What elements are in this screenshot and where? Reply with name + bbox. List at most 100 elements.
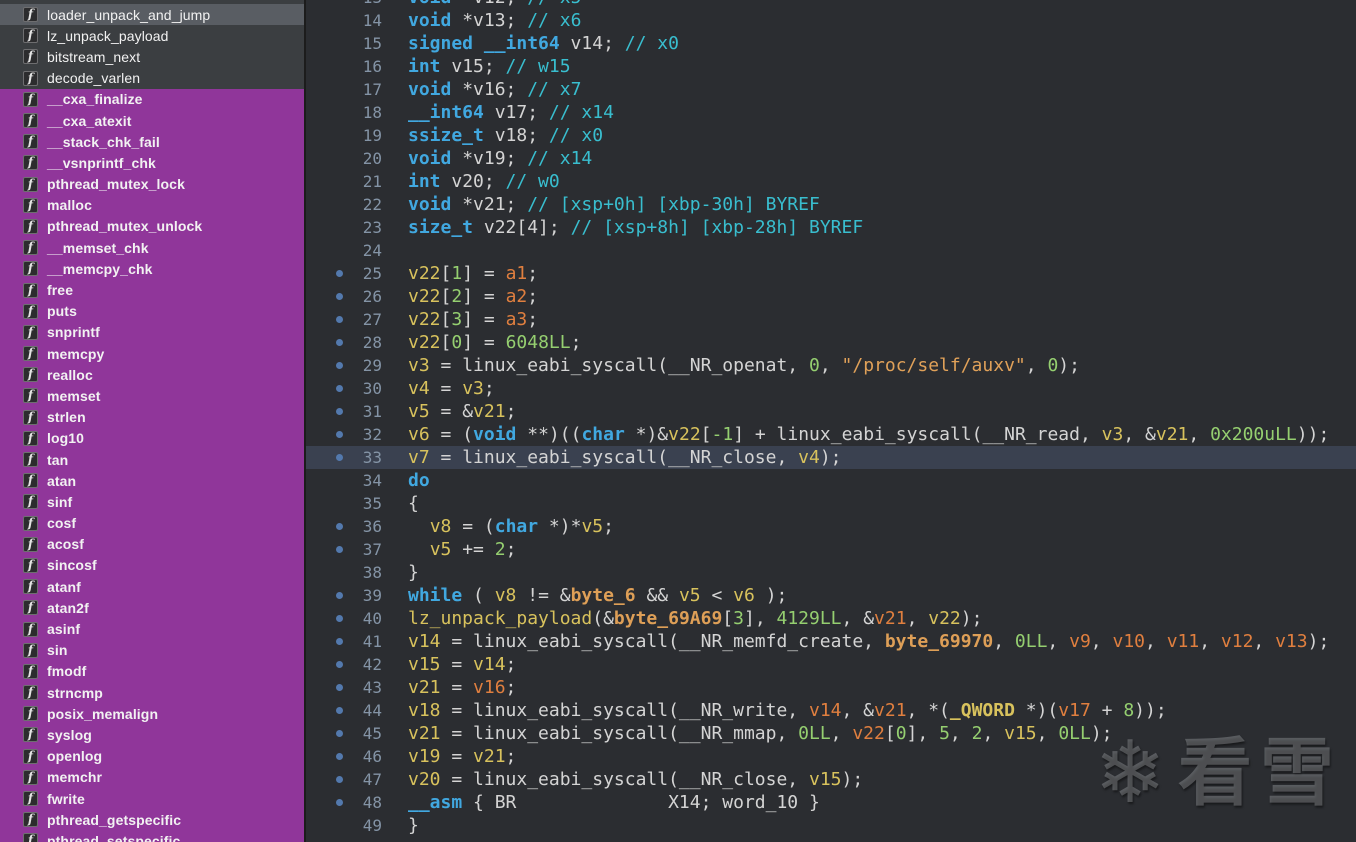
function-list-item[interactable]: f bitstream_next [0, 46, 304, 68]
function-list-item[interactable]: f strncmp [0, 682, 304, 704]
function-list-item[interactable]: f snprintf [0, 321, 304, 343]
code-line[interactable]: 42 v15 = v14; [306, 653, 1356, 676]
function-list-item[interactable]: f cosf [0, 512, 304, 534]
code-line[interactable]: 35 { [306, 492, 1356, 515]
function-list-item[interactable]: f asinf [0, 618, 304, 640]
function-list-item[interactable]: f __memset_chk [0, 237, 304, 259]
code-line[interactable]: 24 [306, 239, 1356, 262]
code-line[interactable]: 14 void *v13; // x6 [306, 9, 1356, 32]
code-line[interactable]: 29 v3 = linux_eabi_syscall(__NR_openat, 0… [306, 354, 1356, 377]
function-list-item[interactable]: f syslog [0, 724, 304, 746]
code-line[interactable]: 21 int v20; // w0 [306, 170, 1356, 193]
code-text: v20 = linux_eabi_syscall(__NR_close, v15… [408, 769, 864, 790]
code-line[interactable]: 41 v14 = linux_eabi_syscall(__NR_memfd_cr… [306, 630, 1356, 653]
function-list-item[interactable]: f strlen [0, 406, 304, 428]
code-line[interactable]: 13void *v12; // x5 [306, 0, 1356, 9]
function-list-item[interactable]: f fwrite [0, 787, 304, 810]
code-line[interactable]: 23 size_t v22[4]; // [xsp+8h] [xbp-28h] B… [306, 216, 1356, 239]
code-line[interactable]: 25 v22[1] = a1; [306, 262, 1356, 285]
code-line[interactable]: 17 void *v16; // x7 [306, 78, 1356, 101]
function-list-item[interactable]: f lz_unpack_payload [0, 25, 304, 47]
code-line[interactable]: 43 v21 = v16; [306, 676, 1356, 699]
function-icon: f [23, 727, 38, 743]
code-line[interactable]: 20 void *v19; // x14 [306, 147, 1356, 170]
code-line[interactable]: 46 v19 = v21; [306, 745, 1356, 768]
dot-placeholder [306, 239, 348, 262]
function-list-item[interactable]: f free [0, 279, 304, 301]
code-line[interactable]: 26 v22[2] = a2; [306, 285, 1356, 308]
function-list-item[interactable]: f tan [0, 448, 304, 471]
function-list-item[interactable]: f sinf [0, 491, 304, 513]
function-list-item[interactable]: f acosf [0, 533, 304, 555]
function-list-item[interactable]: f realloc [0, 364, 304, 386]
code-line[interactable]: 28 v22[0] = 6048LL; [306, 331, 1356, 354]
code-line[interactable]: 48 __asm { BR X14; word_10 } [306, 791, 1356, 814]
code-line[interactable]: 19 ssize_t v18; // x0 [306, 124, 1356, 147]
function-list-item[interactable]: f fmodf [0, 660, 304, 682]
code-line[interactable]: 15 signed __int64 v14; // x0 [306, 32, 1356, 55]
code-line[interactable]: 45 v21 = linux_eabi_syscall(__NR_mmap, 0L… [306, 722, 1356, 745]
code-line[interactable]: 40 lz_unpack_payload(&byte_69A69[3], 4129… [306, 607, 1356, 630]
function-name: free [47, 282, 74, 299]
function-list-item[interactable]: f atan2f [0, 597, 304, 619]
function-list-item[interactable]: f loader_unpack_and_jump [0, 4, 304, 26]
code-text: v6 = (void **)((char *)&v22[-1] + linux_… [408, 424, 1330, 445]
function-icon: f [23, 748, 38, 764]
function-list-item[interactable]: f memchr [0, 766, 304, 788]
function-list-item[interactable]: f __stack_chk_fail [0, 131, 304, 153]
code-line[interactable]: 18 __int64 v17; // x14 [306, 101, 1356, 124]
code-text: v5 = &v21; [408, 401, 517, 422]
function-list-item[interactable]: f memcpy [0, 343, 304, 365]
code-line[interactable]: 33 v7 = linux_eabi_syscall(__NR_close, v4… [306, 446, 1356, 469]
code-line[interactable]: 16 int v15; // w15 [306, 55, 1356, 78]
code-text: signed __int64 v14; // x0 [408, 33, 679, 54]
function-list-item[interactable]: f __cxa_atexit [0, 109, 304, 132]
code-line[interactable]: 47 v20 = linux_eabi_syscall(__NR_close, v… [306, 768, 1356, 791]
function-list-item[interactable]: f openlog [0, 745, 304, 767]
function-list-item[interactable]: f pthread_getspecific [0, 809, 304, 831]
code-line[interactable]: 39 while ( v8 != &byte_6 && v5 < v6 ); [306, 584, 1356, 607]
function-list-item[interactable]: f __vsnprintf_chk [0, 152, 304, 174]
code-line[interactable]: 32 v6 = (void **)((char *)&v22[-1] + linu… [306, 423, 1356, 446]
code-text: v8 = (char *)*v5; [429, 516, 614, 537]
code-line[interactable]: 31 v5 = &v21; [306, 400, 1356, 423]
code-text: int v15; // w15 [408, 56, 571, 77]
line-number: 41 [362, 632, 382, 651]
code-dot-icon [306, 515, 348, 538]
line-number: 46 [362, 747, 382, 766]
code-line[interactable]: 44 v18 = linux_eabi_syscall(__NR_write, v… [306, 699, 1356, 722]
code-line[interactable]: 27 v22[3] = a3; [306, 308, 1356, 331]
code-dot-icon [306, 446, 348, 469]
function-list-item[interactable]: f malloc [0, 194, 304, 216]
code-line[interactable]: 37 v5 += 2; [306, 538, 1356, 561]
function-list-item[interactable]: f puts [0, 300, 304, 322]
function-list-item[interactable]: f __cxa_finalize [0, 88, 304, 110]
function-list-item[interactable]: f pthread_mutex_unlock [0, 215, 304, 238]
code-line[interactable]: 22 void *v21; // [xsp+0h] [xbp-30h] BYREF [306, 193, 1356, 216]
function-list-item[interactable]: f log10 [0, 427, 304, 449]
function-name: lz_unpack_payload [47, 27, 169, 44]
code-line[interactable]: 49} [306, 814, 1356, 837]
function-list-item[interactable]: f posix_memalign [0, 703, 304, 725]
function-list-item[interactable]: f pthread_setspecific [0, 830, 304, 842]
function-icon: f [23, 430, 38, 446]
code-line[interactable]: 36 v8 = (char *)*v5; [306, 515, 1356, 538]
function-name: memcpy [47, 345, 105, 362]
function-list-item[interactable]: f atanf [0, 576, 304, 598]
code-text: void *v13; // x6 [408, 10, 582, 31]
dot-placeholder [306, 561, 348, 584]
function-list-item[interactable]: f sincosf [0, 554, 304, 577]
code-line[interactable]: 30 v4 = v3; [306, 377, 1356, 400]
code-line[interactable]: 34 do [306, 469, 1356, 492]
code-dot-icon [306, 791, 348, 814]
pseudocode-pane[interactable]: 13void *v12; // x514void *v13; // x615si… [306, 0, 1356, 842]
function-list-item[interactable]: f sin [0, 639, 304, 661]
function-list-item[interactable]: f pthread_mutex_lock [0, 173, 304, 195]
function-list-item[interactable]: f memset [0, 385, 304, 407]
code-line[interactable]: 38} [306, 561, 1356, 584]
function-list-item[interactable]: f atan [0, 470, 304, 492]
function-list-item[interactable]: f __memcpy_chk [0, 258, 304, 280]
code-text: v19 = v21; [408, 746, 517, 767]
function-list-item[interactable]: f decode_varlen [0, 67, 304, 89]
code-dot-icon [306, 377, 348, 400]
